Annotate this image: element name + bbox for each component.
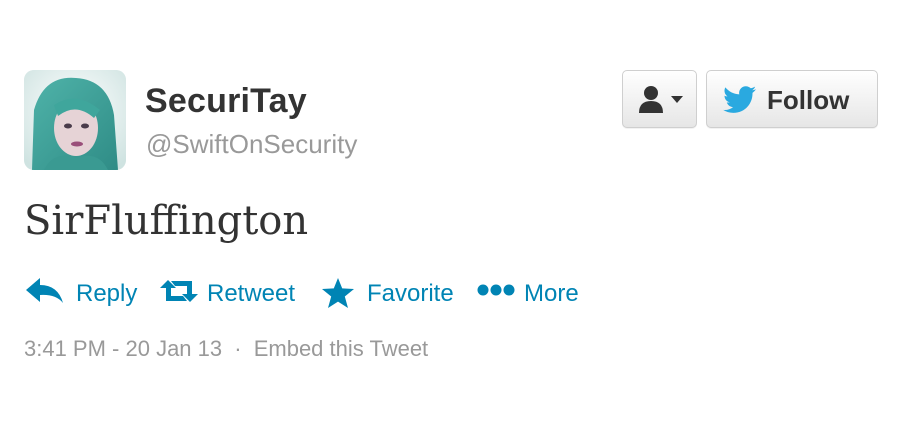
reply-action[interactable]: Reply bbox=[26, 272, 146, 312]
user-display-name[interactable]: SecuriTay bbox=[145, 82, 307, 121]
more-label: More bbox=[524, 280, 579, 307]
favorite-action[interactable]: Favorite bbox=[321, 272, 461, 312]
avatar-image bbox=[24, 70, 126, 170]
more-dots-icon bbox=[477, 284, 515, 296]
meta-separator: · bbox=[234, 336, 242, 361]
tweet-text: SirFluffington bbox=[24, 198, 309, 244]
user-handle[interactable]: @SwiftOnSecurity bbox=[146, 129, 357, 160]
retweet-action[interactable]: Retweet bbox=[159, 272, 309, 312]
embed-tweet-link[interactable]: Embed this Tweet bbox=[254, 336, 428, 361]
user-actions-dropdown-button[interactable] bbox=[622, 70, 697, 128]
reply-label: Reply bbox=[76, 280, 138, 307]
avatar[interactable] bbox=[24, 70, 126, 170]
tweet-timestamp[interactable]: 3:41 PM - 20 Jan 13 bbox=[24, 336, 222, 361]
twitter-bird-icon bbox=[723, 86, 756, 113]
more-action[interactable]: More bbox=[476, 272, 586, 312]
retweet-label: Retweet bbox=[207, 280, 296, 307]
follow-button[interactable]: Follow bbox=[706, 70, 878, 128]
favorite-label: Favorite bbox=[367, 280, 454, 307]
embedded-tweet: SecuriTay @SwiftOnSecurity Follow SirFlu… bbox=[0, 0, 906, 423]
retweet-icon bbox=[160, 280, 198, 302]
star-icon bbox=[322, 278, 354, 308]
caret-down-icon bbox=[671, 96, 683, 103]
person-icon bbox=[639, 86, 663, 113]
tweet-meta: 3:41 PM - 20 Jan 13 · Embed this Tweet bbox=[24, 336, 428, 362]
follow-button-label: Follow bbox=[767, 85, 850, 115]
reply-icon bbox=[26, 278, 63, 303]
